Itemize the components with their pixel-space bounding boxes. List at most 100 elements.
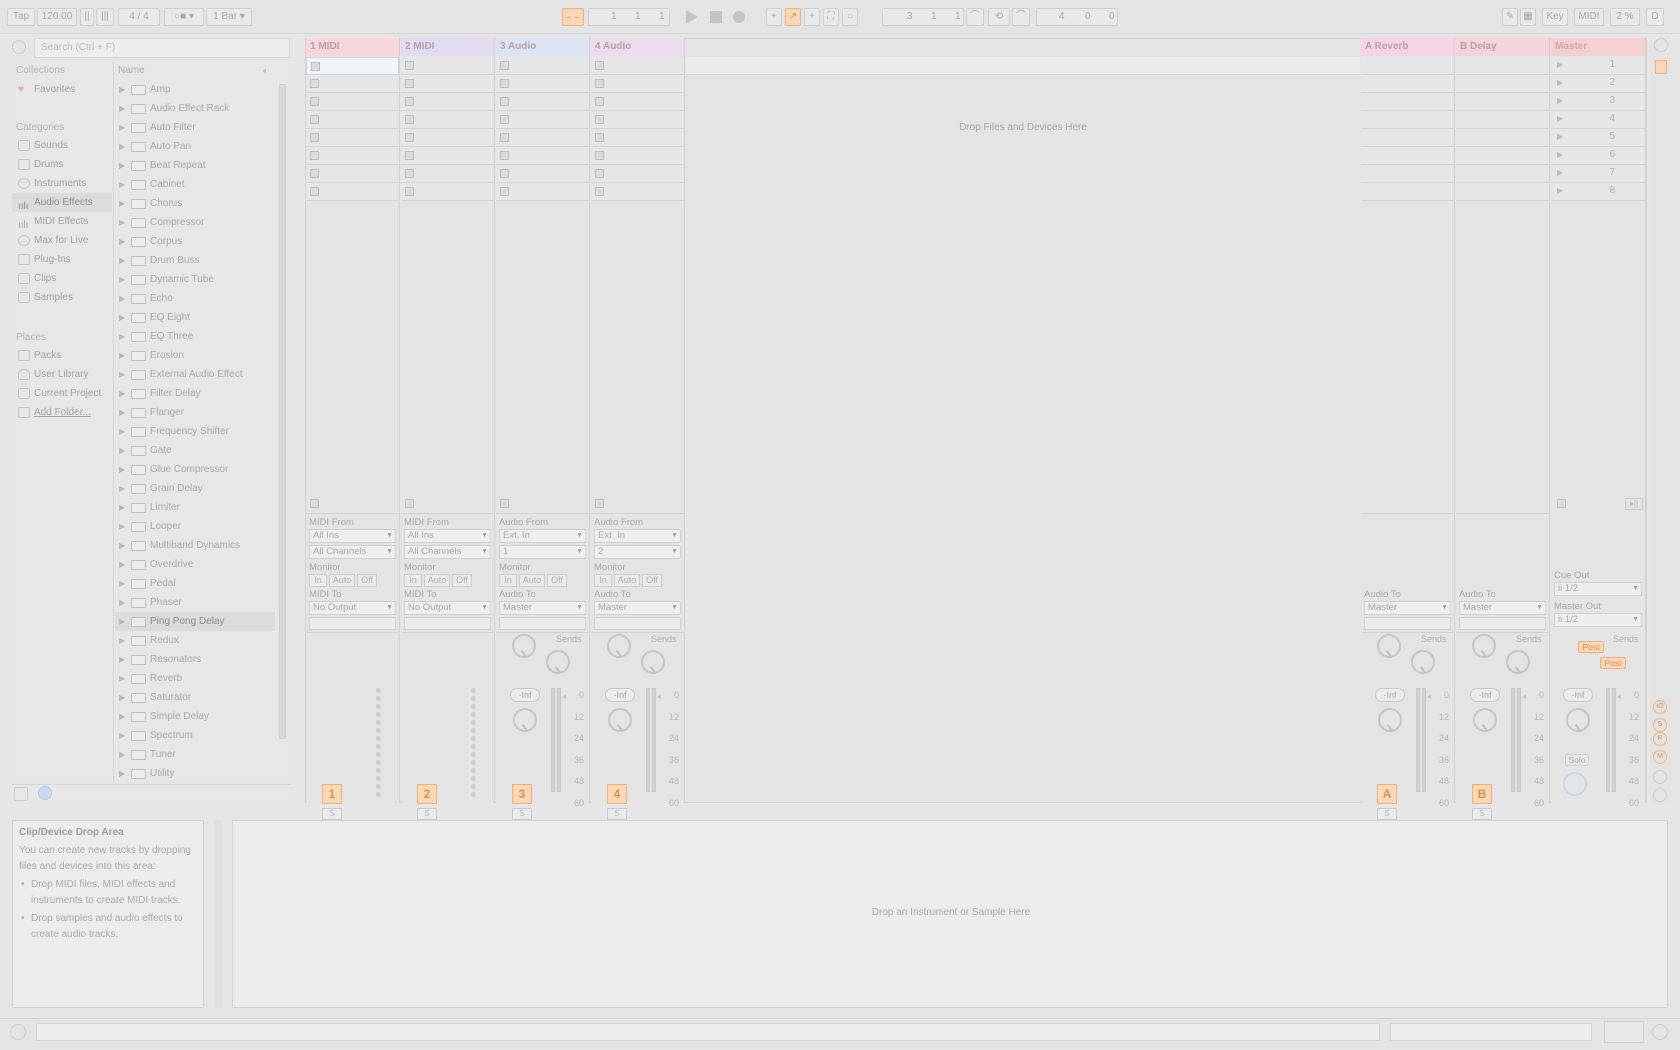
record-icon[interactable] — [733, 11, 745, 23]
clip-stop-icon[interactable] — [405, 133, 414, 142]
preview-toggle-icon[interactable] — [14, 787, 28, 801]
output-type-select[interactable]: Master — [1459, 601, 1546, 615]
browser-item[interactable]: ▶ Overdrive — [115, 555, 275, 574]
expand-triangle-icon[interactable]: ▶ — [119, 137, 125, 156]
sidebar-item-clips[interactable]: Clips — [12, 269, 112, 288]
expand-triangle-icon[interactable]: ▶ — [119, 308, 125, 327]
browser-item[interactable]: ▶ EQ Three — [115, 327, 275, 346]
sidebar-item-sounds[interactable]: Sounds — [12, 136, 112, 155]
browser-item[interactable]: ▶ Multiband Dynamics — [115, 536, 275, 555]
panel-toggle-icon[interactable] — [1654, 38, 1668, 52]
browser-scrollbar[interactable] — [279, 84, 286, 739]
clip-stop-icon[interactable] — [595, 115, 604, 124]
send-b-knob[interactable] — [1411, 650, 1435, 674]
track-stop-button[interactable] — [500, 499, 509, 508]
crossfader-toggle-icon[interactable] — [1653, 788, 1667, 802]
scene-launch-button[interactable]: ▶ 4 — [1551, 111, 1645, 129]
monitor-in-button[interactable]: In — [309, 574, 327, 587]
scene-launch-button[interactable]: ▶ 6 — [1551, 147, 1645, 165]
sidebar-item-samples[interactable]: Samples — [12, 288, 112, 307]
pan-knob[interactable] — [608, 708, 632, 732]
clip-stop-icon[interactable] — [500, 187, 509, 196]
expand-triangle-icon[interactable]: ▶ — [119, 175, 125, 194]
input-type-select[interactable]: Ext. In — [594, 529, 681, 543]
browser-item[interactable]: ▶ Echo — [115, 289, 275, 308]
overdub-button[interactable]: + — [766, 8, 782, 26]
post-button-b[interactable]: Post — [1600, 657, 1626, 669]
browser-item[interactable]: ▶ Redux — [115, 631, 275, 650]
clip-stop-icon[interactable] — [405, 151, 414, 160]
follow-button[interactable]: →← — [562, 8, 584, 26]
send-a-knob[interactable] — [512, 634, 536, 658]
expand-triangle-icon[interactable]: ▶ — [119, 346, 125, 365]
monitor-in-button[interactable]: In — [404, 574, 422, 587]
browser-item[interactable]: ▶ Beat Repeat — [115, 156, 275, 175]
clip-stop-icon[interactable] — [500, 115, 509, 124]
sidebar-item-midi-effects[interactable]: ıılı MIDI Effects — [12, 212, 112, 231]
monitor-off-button[interactable]: Off — [452, 574, 472, 587]
browser-item[interactable]: ▶ Limiter — [115, 498, 275, 517]
track-stop-button[interactable] — [405, 499, 414, 508]
clip-stop-icon[interactable] — [405, 97, 414, 106]
stop-icon[interactable] — [710, 11, 722, 23]
detail-toggle-button[interactable] — [1604, 1021, 1644, 1043]
view-toggle-icon[interactable] — [1652, 1024, 1668, 1040]
clip-slot[interactable] — [496, 75, 589, 93]
clip-slot[interactable] — [591, 111, 684, 129]
browser-item[interactable]: ▶ Utility — [115, 764, 275, 783]
clip-slot[interactable] — [401, 165, 494, 183]
browser-item[interactable]: ▶ Auto Pan — [115, 137, 275, 156]
track-header[interactable]: 2 MIDI — [401, 38, 494, 56]
browser-item[interactable]: ▶ Grain Delay — [115, 479, 275, 498]
clip-stop-icon[interactable] — [500, 169, 509, 178]
input-channel-select[interactable]: All Channels — [404, 545, 491, 559]
clip-stop-icon[interactable] — [500, 97, 509, 106]
clip-slot[interactable] — [306, 75, 399, 93]
clip-stop-icon[interactable] — [500, 79, 509, 88]
browser-item[interactable]: ▶ Glue Compressor — [115, 460, 275, 479]
tempo-field[interactable]: 120.00 — [37, 8, 77, 26]
input-type-select[interactable]: Ext. In — [499, 529, 586, 543]
solo-button[interactable]: S — [512, 808, 532, 820]
scene-launch-button[interactable]: ▶ 3 — [1551, 93, 1645, 111]
send-a-knob[interactable] — [1377, 634, 1401, 658]
cue-volume-knob[interactable] — [1563, 772, 1587, 796]
metronome-button[interactable]: ○■ ▾ — [164, 8, 204, 26]
send-a-knob[interactable] — [607, 634, 631, 658]
browser-item[interactable]: ▶ Dynamic Tube — [115, 270, 275, 289]
clip-slot[interactable] — [496, 129, 589, 147]
clip-slot[interactable] — [591, 129, 684, 147]
key-map-button[interactable]: Key — [1542, 8, 1568, 26]
clip-slot[interactable] — [401, 183, 494, 201]
sidebar-item-plugins[interactable]: Plug-Ins — [12, 250, 112, 269]
loop-button[interactable]: ⟲ — [988, 8, 1010, 26]
clip-slot[interactable] — [401, 57, 494, 75]
automation-arm-button[interactable]: ↗ — [785, 8, 801, 26]
clip-stop-icon[interactable] — [310, 133, 319, 142]
computer-keyboard-button[interactable]: ▦ — [1520, 8, 1536, 26]
clip-slot[interactable] — [306, 93, 399, 111]
browser-item[interactable]: ▶ Reverb — [115, 669, 275, 688]
solo-button[interactable]: Solo — [1565, 754, 1589, 766]
clip-slot[interactable] — [591, 57, 684, 75]
solo-button[interactable]: S — [322, 808, 342, 820]
scene-launch-expand-button[interactable]: ▸|| — [1625, 498, 1643, 510]
punch-out-button[interactable]: ⌒ — [1012, 8, 1030, 26]
expand-triangle-icon[interactable]: ▶ — [119, 764, 125, 783]
input-channel-select[interactable]: 1 — [499, 545, 586, 559]
browser-item[interactable]: ▶ Erosion — [115, 346, 275, 365]
scene-launch-button[interactable]: ▶ 7 — [1551, 165, 1645, 183]
track-header[interactable]: 3 Audio — [496, 38, 589, 56]
clip-slot[interactable] — [496, 165, 589, 183]
input-channel-select[interactable]: 2 — [594, 545, 681, 559]
scene-launch-button[interactable]: ▶ 1 — [1551, 57, 1645, 75]
clip-slot[interactable] — [306, 147, 399, 165]
scene-play-icon[interactable]: ▶ — [1557, 96, 1563, 105]
return-track-header[interactable]: A Reverb — [1361, 38, 1454, 56]
clip-stop-icon[interactable] — [595, 61, 604, 70]
punch-in-button[interactable]: ⌒ — [966, 8, 984, 26]
master-pan-knob[interactable] — [1566, 708, 1590, 732]
expand-triangle-icon[interactable]: ▶ — [119, 612, 125, 631]
scene-play-icon[interactable]: ▶ — [1557, 168, 1563, 177]
monitor-off-button[interactable]: Off — [547, 574, 567, 587]
